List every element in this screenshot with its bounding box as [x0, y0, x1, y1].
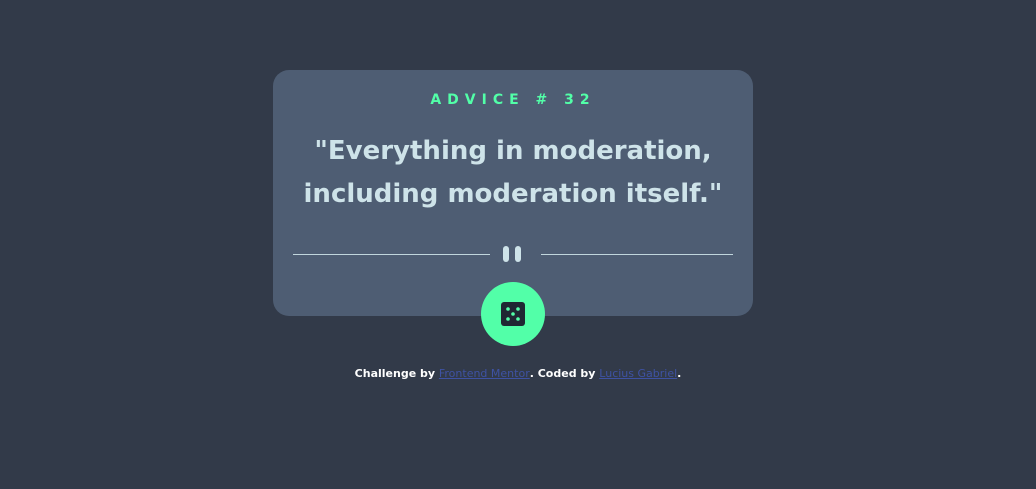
advice-card: ADVICE # 32 "Everything in moderation, i…: [273, 70, 753, 316]
new-advice-button[interactable]: [481, 282, 545, 346]
dice-icon: [501, 302, 525, 326]
attribution-suffix: .: [677, 367, 682, 380]
pause-icon: [503, 246, 523, 262]
pause-bar-left: [503, 246, 509, 262]
divider-line-left: [293, 254, 490, 255]
advice-quote: "Everything in moderation, including mod…: [303, 136, 723, 209]
attribution: Challenge by Frontend Mentor. Coded by L…: [0, 367, 1036, 380]
frontend-mentor-link[interactable]: Frontend Mentor: [439, 367, 530, 380]
divider-line-right: [541, 254, 733, 255]
attribution-middle: . Coded by: [529, 367, 600, 380]
author-link[interactable]: Lucius Gabriel: [599, 367, 677, 380]
attribution-prefix: Challenge by: [354, 367, 439, 380]
pause-bar-right: [515, 246, 521, 262]
advice-number: ADVICE # 32: [430, 92, 596, 108]
